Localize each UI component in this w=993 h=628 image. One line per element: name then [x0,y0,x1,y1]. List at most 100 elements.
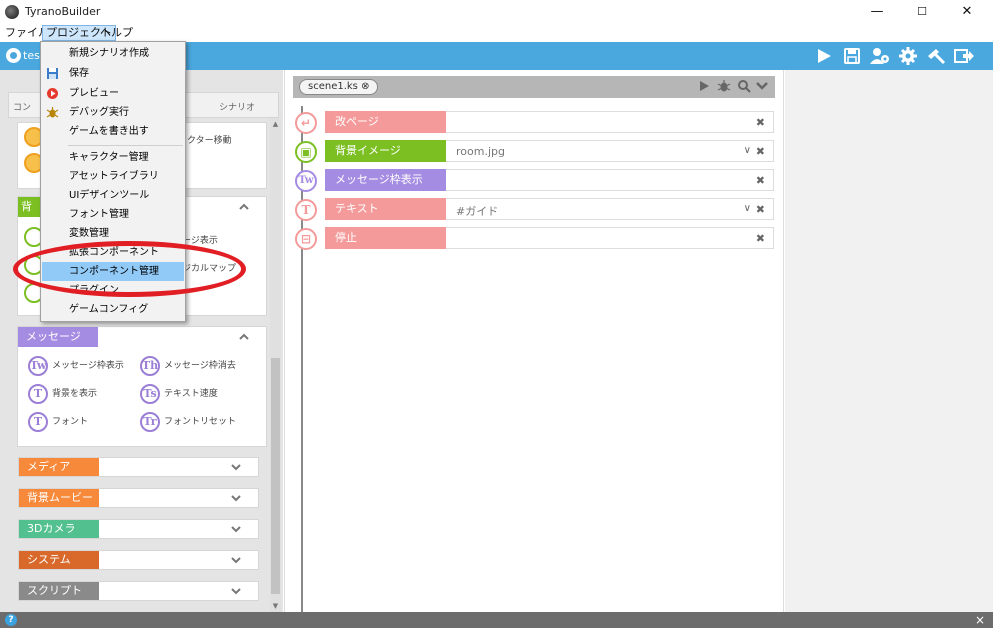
build-hammer-icon[interactable] [924,46,948,66]
script-card[interactable]: スクリプト [18,581,259,601]
menu-item-variable-manager[interactable]: 変数管理 [42,224,184,243]
gear-icon[interactable] [896,46,920,66]
expand-icon[interactable]: ∨ [744,145,751,156]
file-tab[interactable]: scene1.ks ⊗ [299,79,379,95]
menu-item-debug[interactable]: デバッグ実行 [42,103,184,122]
chevron-down-icon[interactable] [755,79,769,93]
remove-icon[interactable]: ✖ [756,116,765,129]
menu-item-asset-library[interactable]: アセットライブラリ [42,167,184,186]
map-label: ジカルマップ [182,264,237,274]
row-body[interactable]: ✖ [446,111,774,133]
menu-item-export-game[interactable]: ゲームを書き出す [42,122,184,141]
media-card-label: メディア [19,458,99,476]
chevron-down-icon[interactable] [230,492,242,504]
minimize-button[interactable]: — [855,2,899,22]
scenario-row[interactable]: Tw メッセージ枠表示 ✖ [295,169,775,192]
menu-item-font-manager[interactable]: フォント管理 [42,205,184,224]
row-body[interactable]: #ガイド ∨ ✖ [446,198,774,220]
menu-item-new-scenario[interactable]: 新規シナリオ作成 [42,44,184,63]
close-icon[interactable]: × [975,613,985,627]
message-card-label: メッセージ [18,327,98,347]
scenario-row[interactable]: T テキスト #ガイド ∨ ✖ [295,198,775,221]
row-body[interactable]: ✖ [446,227,774,249]
play-icon [47,88,58,99]
scenario-row[interactable]: ↵ 改ページ ✖ [295,111,775,134]
menu-item-ui-design-tool[interactable]: UIデザインツール [42,186,184,205]
menu-item-game-config[interactable]: ゲームコンフィグ [42,300,184,319]
search-icon[interactable] [737,79,751,93]
help-icon[interactable]: ? [5,614,17,626]
editor-header: scene1.ks ⊗ [293,76,775,98]
3d-camera-card-label: 3Dカメラ [19,520,99,538]
chevron-down-icon[interactable] [230,585,242,597]
chevron-down-icon[interactable] [230,523,242,535]
preview-play-icon[interactable] [812,46,836,66]
stop-icon: ⊟ [295,228,317,250]
background-image-icon: ▣ [295,141,317,163]
background-card-label: 背 [18,197,42,217]
menu-item-preview[interactable]: プレビュー [42,84,184,103]
scenario-row[interactable]: ▣ 背景イメージ room.jpg ∨ ✖ [295,140,775,163]
debug-bug-icon[interactable] [717,79,731,93]
row-label: テキスト [325,198,446,220]
scroll-down-arrow[interactable]: ▼ [271,602,280,610]
status-bar: ? × [0,612,993,628]
save-icon[interactable] [840,46,864,66]
menu-item-plugins[interactable]: プラグイン [42,281,184,300]
message-card-header[interactable]: メッセージ [18,327,266,347]
preview-pane [785,70,993,612]
row-label: メッセージ枠表示 [325,169,446,191]
export-icon[interactable] [952,46,976,66]
text-icon: T [28,384,48,404]
tab-scenario[interactable]: シナリオ [219,100,255,113]
save-icon [47,68,58,79]
text-icon: T [295,199,317,221]
row-value: #ガイド [456,205,499,218]
project-menu: 新規シナリオ作成 保存 プレビュー デバッグ実行 ゲームを書き出す キャラクター… [40,41,186,322]
remove-icon[interactable]: ✖ [756,203,765,216]
bug-icon [46,107,59,118]
chevron-up-icon[interactable] [238,201,250,213]
menu-item-save[interactable]: 保存 [42,64,184,83]
play-icon[interactable] [697,79,711,93]
menu-help[interactable]: ヘルプ [97,25,136,41]
message-card: メッセージ Tw メッセージ枠表示 Th メッセージ枠消去 T 背景を表示 Ts テキス… [17,326,267,447]
maximize-button[interactable]: ☐ [900,2,944,22]
chevron-down-icon[interactable] [230,554,242,566]
character-move-label: ラクター移動 [178,136,232,146]
app-icon [5,5,19,19]
text-hide-icon: Th [140,356,160,376]
remove-icon[interactable]: ✖ [756,145,765,158]
background-movie-card[interactable]: 背景ムービー [18,488,259,508]
expand-icon[interactable]: ∨ [744,203,751,214]
menu-item-extension-components[interactable]: 拡張コンポーネント [42,243,184,262]
remove-icon[interactable]: ✖ [756,232,765,245]
window-title: TyranoBuilder [25,5,101,18]
remove-icon[interactable]: ✖ [756,174,765,187]
scroll-thumb[interactable] [271,358,280,594]
system-card[interactable]: システム [18,550,259,570]
chevron-down-icon[interactable] [230,461,242,473]
row-body[interactable]: room.jpg ∨ ✖ [446,140,774,162]
title-bar: TyranoBuilder — ☐ ✕ [0,0,993,24]
scenario-row[interactable]: ⊟ 停止 ✖ [295,227,775,250]
scroll-up-arrow[interactable]: ▲ [271,120,280,128]
menu-separator [68,145,183,146]
chevron-up-icon[interactable] [238,331,250,343]
row-label: 改ページ [325,111,446,133]
row-body[interactable]: ✖ [446,169,774,191]
media-card[interactable]: メディア [18,457,259,477]
close-button[interactable]: ✕ [945,2,989,22]
row-label: 停止 [325,227,446,249]
menu-item-component-manager[interactable]: コンポーネント管理 [42,262,184,281]
font-reset-icon: Tr [140,412,160,432]
scenario-editor: scene1.ks ⊗ ↵ 改ページ ✖ ▣ 背景イメージ room.jpg ∨… [284,70,784,612]
message-window-icon: Tw [295,170,317,192]
character-settings-icon[interactable] [868,46,892,66]
tab-components[interactable]: コン [13,100,31,113]
menu-item-character-manager[interactable]: キャラクター管理 [42,148,184,167]
3d-camera-card[interactable]: 3Dカメラ [18,519,259,539]
panel-scrollbar[interactable]: ▲ ▼ [270,118,281,612]
system-card-label: システム [19,551,99,569]
project-name: tes [23,49,40,62]
